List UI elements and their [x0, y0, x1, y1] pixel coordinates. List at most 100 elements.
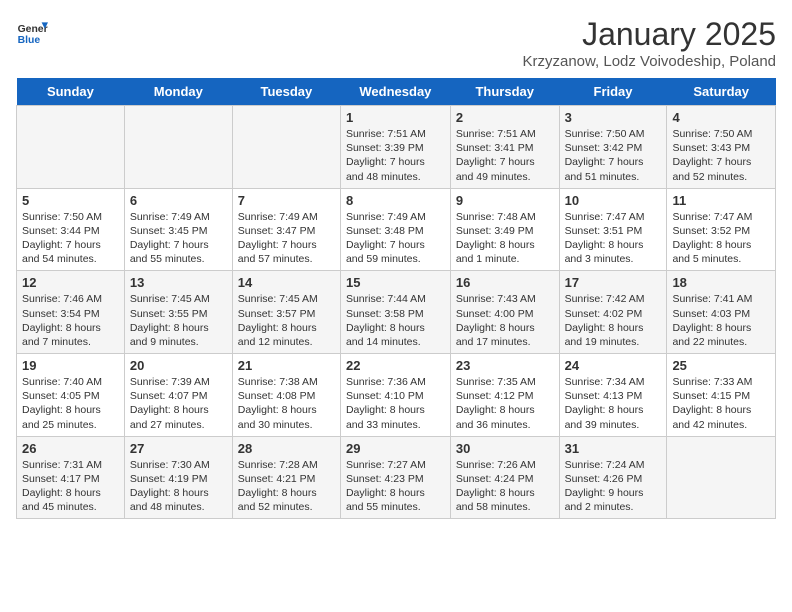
calendar-cell: 9 Sunrise: 7:48 AM Sunset: 3:49 PM Daylig… — [450, 188, 559, 271]
day-info: Sunrise: 7:36 AM Sunset: 4:10 PM Dayligh… — [346, 375, 445, 432]
day-info: Sunrise: 7:50 AM Sunset: 3:42 PM Dayligh… — [565, 127, 662, 184]
calendar-cell: 10 Sunrise: 7:47 AM Sunset: 3:51 PM Dayli… — [559, 188, 667, 271]
day-number: 2 — [456, 110, 554, 125]
weekday-header-thursday: Thursday — [450, 78, 559, 106]
day-info: Sunrise: 7:24 AM Sunset: 4:26 PM Dayligh… — [565, 458, 662, 515]
day-info: Sunrise: 7:41 AM Sunset: 4:03 PM Dayligh… — [672, 292, 770, 349]
day-info: Sunrise: 7:38 AM Sunset: 4:08 PM Dayligh… — [238, 375, 335, 432]
day-info: Sunrise: 7:33 AM Sunset: 4:15 PM Dayligh… — [672, 375, 770, 432]
day-info: Sunrise: 7:49 AM Sunset: 3:45 PM Dayligh… — [130, 210, 227, 267]
weekday-header-tuesday: Tuesday — [232, 78, 340, 106]
day-info: Sunrise: 7:51 AM Sunset: 3:41 PM Dayligh… — [456, 127, 554, 184]
calendar-cell: 2 Sunrise: 7:51 AM Sunset: 3:41 PM Daylig… — [450, 106, 559, 189]
day-info: Sunrise: 7:47 AM Sunset: 3:51 PM Dayligh… — [565, 210, 662, 267]
day-info: Sunrise: 7:28 AM Sunset: 4:21 PM Dayligh… — [238, 458, 335, 515]
day-number: 16 — [456, 275, 554, 290]
day-number: 31 — [565, 441, 662, 456]
calendar-cell: 28Sunrise: 7:28 AM Sunset: 4:21 PM Dayli… — [232, 436, 340, 519]
calendar-cell: 23 Sunrise: 7:35 AM Sunset: 4:12 PM Dayli… — [450, 354, 559, 437]
day-number: 10 — [565, 193, 662, 208]
day-number: 6 — [130, 193, 227, 208]
day-info: Sunrise: 7:46 AM Sunset: 3:54 PM Dayligh… — [22, 292, 119, 349]
day-number: 15 — [346, 275, 445, 290]
weekday-header-friday: Friday — [559, 78, 667, 106]
day-number: 3 — [565, 110, 662, 125]
calendar-cell: 7Sunrise: 7:49 AM Sunset: 3:47 PM Daylig… — [232, 188, 340, 271]
calendar-cell — [124, 106, 232, 189]
calendar-cell — [232, 106, 340, 189]
calendar-cell: 15 Sunrise: 7:44 AM Sunset: 3:58 PM Dayli… — [340, 271, 450, 354]
title-block: January 2025 Krzyzanow, Lodz Voivodeship… — [523, 16, 777, 70]
calendar-cell: 12 Sunrise: 7:46 AM Sunset: 3:54 PM Dayli… — [17, 271, 125, 354]
day-number: 9 — [456, 193, 554, 208]
calendar-cell: 3 Sunrise: 7:50 AM Sunset: 3:42 PM Daylig… — [559, 106, 667, 189]
calendar-cell: 21 Sunrise: 7:38 AM Sunset: 4:08 PM Dayli… — [232, 354, 340, 437]
day-info: Sunrise: 7:43 AM Sunset: 4:00 PM Dayligh… — [456, 292, 554, 349]
day-number: 30 — [456, 441, 554, 456]
calendar-cell: 30 Sunrise: 7:26 AM Sunset: 4:24 PM Dayli… — [450, 436, 559, 519]
day-info: Sunrise: 7:26 AM Sunset: 4:24 PM Dayligh… — [456, 458, 554, 515]
day-info: Sunrise: 7:49 AM Sunset: 3:48 PM Dayligh… — [346, 210, 445, 267]
day-info: Sunrise: 7:44 AM Sunset: 3:58 PM Dayligh… — [346, 292, 445, 349]
day-info: Sunrise: 7:45 AM Sunset: 3:57 PM Dayligh… — [238, 292, 335, 349]
calendar-cell: 1 Sunrise: 7:51 AM Sunset: 3:39 PM Daylig… — [340, 106, 450, 189]
day-number: 25 — [672, 358, 770, 373]
day-number: 12 — [22, 275, 119, 290]
day-number: 4 — [672, 110, 770, 125]
day-number: 19 — [22, 358, 119, 373]
logo-icon: General Blue — [16, 16, 48, 48]
header: General Blue January 2025 Krzyzanow, Lod… — [16, 16, 776, 70]
day-number: 13 — [130, 275, 227, 290]
day-number: 24 — [565, 358, 662, 373]
day-number: 20 — [130, 358, 227, 373]
day-info: Sunrise: 7:42 AM Sunset: 4:02 PM Dayligh… — [565, 292, 662, 349]
day-info: Sunrise: 7:27 AM Sunset: 4:23 PM Dayligh… — [346, 458, 445, 515]
main-title: January 2025 — [523, 16, 777, 53]
calendar-cell: 31 Sunrise: 7:24 AM Sunset: 4:26 PM Dayli… — [559, 436, 667, 519]
day-info: Sunrise: 7:48 AM Sunset: 3:49 PM Dayligh… — [456, 210, 554, 267]
day-number: 22 — [346, 358, 445, 373]
week-row-4: 19Sunrise: 7:40 AM Sunset: 4:05 PM Dayli… — [17, 354, 776, 437]
day-number: 18 — [672, 275, 770, 290]
day-info: Sunrise: 7:50 AM Sunset: 3:43 PM Dayligh… — [672, 127, 770, 184]
week-row-3: 12 Sunrise: 7:46 AM Sunset: 3:54 PM Dayli… — [17, 271, 776, 354]
calendar-cell: 17 Sunrise: 7:42 AM Sunset: 4:02 PM Dayli… — [559, 271, 667, 354]
logo: General Blue — [16, 16, 52, 48]
day-info: Sunrise: 7:51 AM Sunset: 3:39 PM Dayligh… — [346, 127, 445, 184]
day-info: Sunrise: 7:34 AM Sunset: 4:13 PM Dayligh… — [565, 375, 662, 432]
day-info: Sunrise: 7:39 AM Sunset: 4:07 PM Dayligh… — [130, 375, 227, 432]
calendar-cell: 16 Sunrise: 7:43 AM Sunset: 4:00 PM Dayli… — [450, 271, 559, 354]
weekday-header-row: SundayMondayTuesdayWednesdayThursdayFrid… — [17, 78, 776, 106]
day-number: 26 — [22, 441, 119, 456]
day-info: Sunrise: 7:35 AM Sunset: 4:12 PM Dayligh… — [456, 375, 554, 432]
calendar-cell: 20 Sunrise: 7:39 AM Sunset: 4:07 PM Dayli… — [124, 354, 232, 437]
calendar-cell: 24 Sunrise: 7:34 AM Sunset: 4:13 PM Dayli… — [559, 354, 667, 437]
calendar-cell: 13Sunrise: 7:45 AM Sunset: 3:55 PM Dayli… — [124, 271, 232, 354]
calendar-cell: 6 Sunrise: 7:49 AM Sunset: 3:45 PM Daylig… — [124, 188, 232, 271]
day-number: 21 — [238, 358, 335, 373]
calendar-cell: 4 Sunrise: 7:50 AM Sunset: 3:43 PM Daylig… — [667, 106, 776, 189]
week-row-2: 5Sunrise: 7:50 AM Sunset: 3:44 PM Daylig… — [17, 188, 776, 271]
calendar-cell: 25 Sunrise: 7:33 AM Sunset: 4:15 PM Dayli… — [667, 354, 776, 437]
week-row-5: 26 Sunrise: 7:31 AM Sunset: 4:17 PM Dayli… — [17, 436, 776, 519]
calendar-cell: 11 Sunrise: 7:47 AM Sunset: 3:52 PM Dayli… — [667, 188, 776, 271]
day-number: 27 — [130, 441, 227, 456]
week-row-1: 1 Sunrise: 7:51 AM Sunset: 3:39 PM Daylig… — [17, 106, 776, 189]
day-number: 11 — [672, 193, 770, 208]
weekday-header-monday: Monday — [124, 78, 232, 106]
day-info: Sunrise: 7:31 AM Sunset: 4:17 PM Dayligh… — [22, 458, 119, 515]
day-number: 1 — [346, 110, 445, 125]
calendar-cell: 26 Sunrise: 7:31 AM Sunset: 4:17 PM Dayli… — [17, 436, 125, 519]
calendar-cell: 8 Sunrise: 7:49 AM Sunset: 3:48 PM Daylig… — [340, 188, 450, 271]
calendar-table: SundayMondayTuesdayWednesdayThursdayFrid… — [16, 78, 776, 519]
day-number: 17 — [565, 275, 662, 290]
calendar-cell: 27Sunrise: 7:30 AM Sunset: 4:19 PM Dayli… — [124, 436, 232, 519]
weekday-header-saturday: Saturday — [667, 78, 776, 106]
calendar-cell: 14Sunrise: 7:45 AM Sunset: 3:57 PM Dayli… — [232, 271, 340, 354]
day-info: Sunrise: 7:49 AM Sunset: 3:47 PM Dayligh… — [238, 210, 335, 267]
day-info: Sunrise: 7:47 AM Sunset: 3:52 PM Dayligh… — [672, 210, 770, 267]
day-number: 23 — [456, 358, 554, 373]
subtitle: Krzyzanow, Lodz Voivodeship, Poland — [523, 53, 777, 70]
calendar-cell: 5Sunrise: 7:50 AM Sunset: 3:44 PM Daylig… — [17, 188, 125, 271]
day-number: 8 — [346, 193, 445, 208]
